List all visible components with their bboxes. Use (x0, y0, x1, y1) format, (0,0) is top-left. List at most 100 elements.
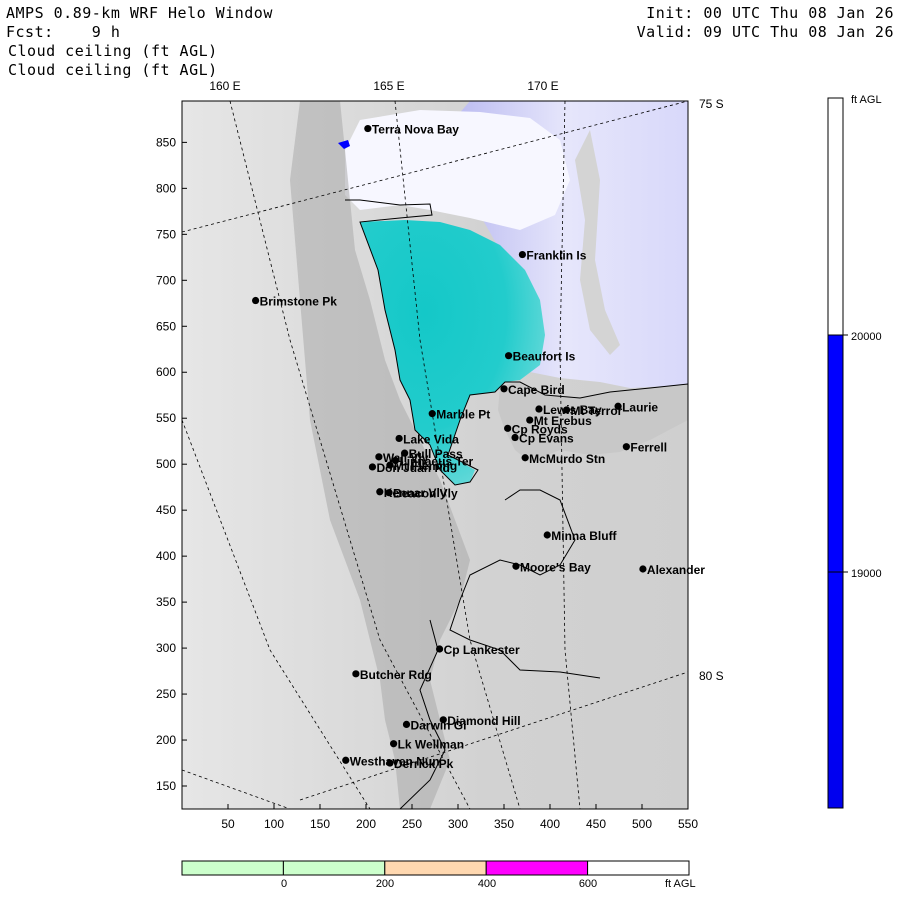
station-label-cape-bird: Cape Bird (508, 383, 565, 397)
station-marker-lk-wellman (390, 740, 398, 748)
lat-label-75: 75 S (699, 97, 724, 111)
station-marker-don-juan-pd (368, 463, 377, 471)
vbar-unit: ft AGL (851, 94, 882, 106)
station-marker-ferrell (622, 443, 630, 451)
station-marker-marble-pt (428, 410, 436, 418)
station-marker-beacon-vly (385, 489, 393, 497)
station-marker-butcher-rdg (352, 670, 360, 678)
station-marker-mt-terror (562, 406, 571, 414)
station-label-laurie: Laurie (622, 400, 658, 414)
station-marker-linnaeus-ter (391, 456, 400, 465)
y-tick-label: 300 (156, 641, 176, 655)
y-tick-label: 200 (156, 733, 176, 747)
hbar-segment (384, 860, 487, 876)
vbar-white (827, 97, 844, 336)
x-tick-label: 500 (632, 817, 652, 831)
hbar-segment (181, 860, 284, 876)
y-tick-label: 350 (156, 595, 176, 609)
y-tick-label: 850 (156, 135, 176, 149)
x-tick-label: 100 (264, 817, 284, 831)
x-tick-label: 550 (678, 817, 698, 831)
station-label-diamond-hill: Diamond Hill (447, 714, 520, 728)
station-marker-cp-royds (504, 424, 512, 432)
x-tick-label: 150 (310, 817, 330, 831)
y-tick-label: 250 (156, 687, 176, 701)
station-marker-beaufort-is (505, 352, 513, 360)
y-tick-label: 800 (156, 181, 176, 195)
vbar-label-19000: 19000 (851, 568, 882, 580)
y-tick-label: 450 (156, 503, 176, 517)
lat-label-80: 80 S (699, 669, 724, 683)
station-label-mt-erebus: Mt Erebus (534, 414, 592, 428)
y-tick-label: 550 (156, 411, 176, 425)
station-marker-cp-lankester (436, 645, 444, 653)
x-tick-label: 50 (221, 817, 235, 831)
y-tick-label: 650 (156, 319, 176, 333)
station-marker-wall-vly (375, 453, 383, 461)
station-label-marble-pt: Marble Pt (436, 408, 490, 422)
lon-label-160: 160 E (209, 79, 240, 93)
station-label-beaufort-is: Beaufort Is (513, 350, 576, 364)
station-label-derrick-pk: Derrick Pk (394, 757, 454, 771)
y-tick-label: 150 (156, 779, 176, 793)
station-marker-mt-fleming (386, 461, 394, 469)
hbar-segment (587, 860, 690, 876)
y-axis-ticks: 850 800 750 700 650 600 550 500 450 400 350 300 250 2… (156, 135, 187, 793)
station-label-terra-nova-bay: Terra Nova Bay (372, 123, 459, 137)
station-marker-mcmurdo-stn (521, 454, 529, 462)
station-label-minna-bluff: Minna Bluff (551, 529, 617, 543)
station-marker-lewis-bay (535, 405, 543, 413)
station-marker-darwin-gl (402, 720, 411, 729)
station-marker-moore-s-bay (512, 562, 520, 570)
y-tick-label: 750 (156, 227, 176, 241)
station-label-moore-s-bay: Moore's Bay (520, 560, 591, 574)
station-marker-kennar-vly (376, 488, 384, 496)
station-label-brimstone-pk: Brimstone Pk (260, 295, 338, 309)
station-marker-alexander (639, 565, 647, 573)
station-marker-westhaven-nun (342, 756, 350, 764)
station-label-ferrell: Ferrell (630, 441, 667, 455)
station-label-butcher-rdg: Butcher Rdg (360, 668, 432, 682)
hbar-segment (485, 860, 589, 876)
station-label-mcmurdo-stn: McMurdo Stn (529, 452, 605, 466)
hbar-label-0: 0 (281, 878, 287, 890)
vbar-label-20000: 20000 (851, 331, 882, 343)
x-tick-label: 350 (494, 817, 514, 831)
station-marker-terra-nova-bay (364, 124, 372, 133)
y-tick-label: 500 (156, 457, 176, 471)
station-label-linnaeus-ter: Linnaeus Ter (399, 455, 473, 469)
y-tick-label: 600 (156, 365, 176, 379)
y-tick-label: 700 (156, 273, 176, 287)
station-marker-cp-evans (511, 433, 519, 442)
station-marker-mt-erebus (526, 416, 534, 424)
station-label-lk-wellman: Lk Wellman (398, 738, 464, 752)
station-marker-diamond-hill (439, 716, 447, 724)
hbar-label-600: 600 (579, 878, 597, 890)
station-marker-cape-bird (500, 385, 508, 393)
x-tick-label: 300 (448, 817, 468, 831)
horizontal-colorbar (181, 860, 690, 876)
y-tick-label: 400 (156, 549, 176, 563)
x-tick-label: 200 (356, 817, 376, 831)
lon-label-165: 165 E (373, 79, 404, 93)
hbar-unit: ft AGL (665, 878, 696, 890)
x-tick-label: 250 (402, 817, 422, 831)
map-figure: 50 100 150 200 250 300 350 400 450 500 550 850 800 7… (156, 79, 882, 890)
station-label-beacon-vly: Beacon Vly (393, 487, 458, 501)
hbar-label-400: 400 (478, 878, 496, 890)
station-marker-lake-vida (395, 434, 403, 443)
hbar-segment (282, 860, 386, 876)
hbar-label-200: 200 (376, 878, 394, 890)
station-marker-minna-bluff (543, 531, 551, 539)
station-marker-franklin-is (518, 250, 527, 259)
station-label-cp-lankester: Cp Lankester (444, 643, 520, 657)
x-tick-label: 450 (586, 817, 606, 831)
station-label-franklin-is: Franklin Is (526, 249, 586, 263)
station-label-cp-evans: Cp Evans (519, 432, 574, 446)
station-label-alexander: Alexander (647, 563, 705, 577)
station-marker-brimstone-pk (252, 296, 260, 305)
station-label-lake-vida: Lake Vida (403, 432, 459, 446)
station-marker-derrick-pk (386, 759, 394, 767)
lon-label-170: 170 E (527, 79, 558, 93)
x-tick-label: 400 (540, 817, 560, 831)
